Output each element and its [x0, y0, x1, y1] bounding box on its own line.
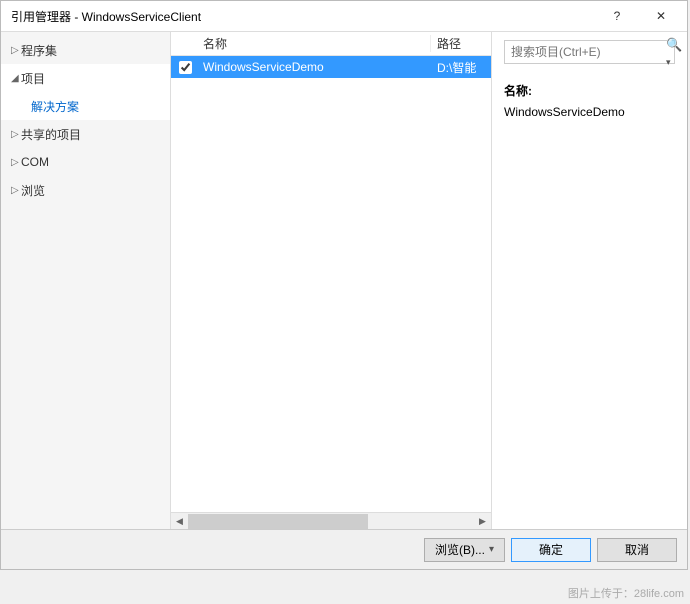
close-icon: ✕	[656, 9, 666, 23]
search-icon[interactable]: 🔍▾	[666, 37, 682, 68]
row-name: WindowsServiceDemo	[199, 60, 431, 74]
close-button[interactable]: ✕	[639, 2, 683, 30]
list-row[interactable]: WindowsServiceDemo D:\智能	[171, 56, 491, 78]
sidebar-item-com[interactable]: ▷ COM	[1, 148, 170, 176]
dialog-window: 引用管理器 - WindowsServiceClient ? ✕ ▷ 程序集 ◢…	[0, 0, 688, 570]
sidebar-item-shared[interactable]: ▷ 共享的项目	[1, 120, 170, 148]
detail-panel: 🔍▾ 名称: WindowsServiceDemo	[492, 32, 687, 529]
sidebar-subitem-solution[interactable]: 解决方案	[1, 92, 170, 120]
button-label: 取消	[625, 541, 649, 558]
detail-label: 名称:	[504, 82, 675, 99]
chevron-down-icon: ◢	[11, 73, 21, 84]
column-header-name[interactable]: 名称	[199, 35, 431, 52]
list-body: WindowsServiceDemo D:\智能	[171, 56, 491, 512]
titlebar: 引用管理器 - WindowsServiceClient ? ✕	[1, 1, 687, 31]
button-label: 确定	[539, 541, 563, 558]
button-label: 浏览(B)...	[435, 541, 485, 558]
sidebar-item-label: 共享的项目	[21, 126, 81, 143]
sidebar-item-label: COM	[21, 155, 49, 169]
horizontal-scrollbar[interactable]: ◀ ▶	[171, 512, 491, 529]
chevron-right-icon: ▷	[11, 45, 21, 56]
cancel-button[interactable]: 取消	[597, 538, 677, 562]
row-checkbox[interactable]	[179, 61, 192, 74]
help-button[interactable]: ?	[595, 2, 639, 30]
sidebar-item-browse[interactable]: ▷ 浏览	[1, 176, 170, 204]
chevron-right-icon: ▷	[11, 129, 21, 140]
dialog-content: ▷ 程序集 ◢ 项目 解决方案 ▷ 共享的项目 ▷ COM ▷ 浏览	[1, 31, 687, 529]
center-panel: 名称 路径 WindowsServiceDemo D:\智能 ◀ ▶	[171, 32, 492, 529]
sidebar-item-label: 浏览	[21, 182, 45, 199]
chevron-right-icon: ▷	[11, 185, 21, 196]
scroll-right-icon[interactable]: ▶	[474, 513, 491, 530]
scroll-left-icon[interactable]: ◀	[171, 513, 188, 530]
list-header: 名称 路径	[171, 32, 491, 56]
sidebar-item-assemblies[interactable]: ▷ 程序集	[1, 36, 170, 64]
scroll-thumb[interactable]	[188, 514, 368, 529]
ok-button[interactable]: 确定	[511, 538, 591, 562]
window-title: 引用管理器 - WindowsServiceClient	[11, 8, 595, 25]
chevron-right-icon: ▷	[11, 157, 21, 168]
browse-button[interactable]: 浏览(B)...	[424, 538, 505, 562]
titlebar-controls: ? ✕	[595, 2, 683, 30]
search-input[interactable]	[511, 45, 666, 59]
column-header-path[interactable]: 路径	[431, 35, 491, 52]
sidebar: ▷ 程序集 ◢ 项目 解决方案 ▷ 共享的项目 ▷ COM ▷ 浏览	[1, 32, 171, 529]
sidebar-item-label: 项目	[21, 70, 45, 87]
dialog-footer: 浏览(B)... 确定 取消	[1, 529, 687, 569]
sidebar-item-projects[interactable]: ◢ 项目	[1, 64, 170, 92]
watermark: 图片上传于：28life.com	[568, 585, 684, 601]
detail-value: WindowsServiceDemo	[504, 105, 675, 119]
sidebar-item-label: 解决方案	[31, 98, 79, 115]
sidebar-item-label: 程序集	[21, 42, 57, 59]
row-checkbox-cell	[171, 61, 199, 74]
search-box[interactable]: 🔍▾	[504, 40, 675, 64]
row-path: D:\智能	[431, 59, 491, 76]
